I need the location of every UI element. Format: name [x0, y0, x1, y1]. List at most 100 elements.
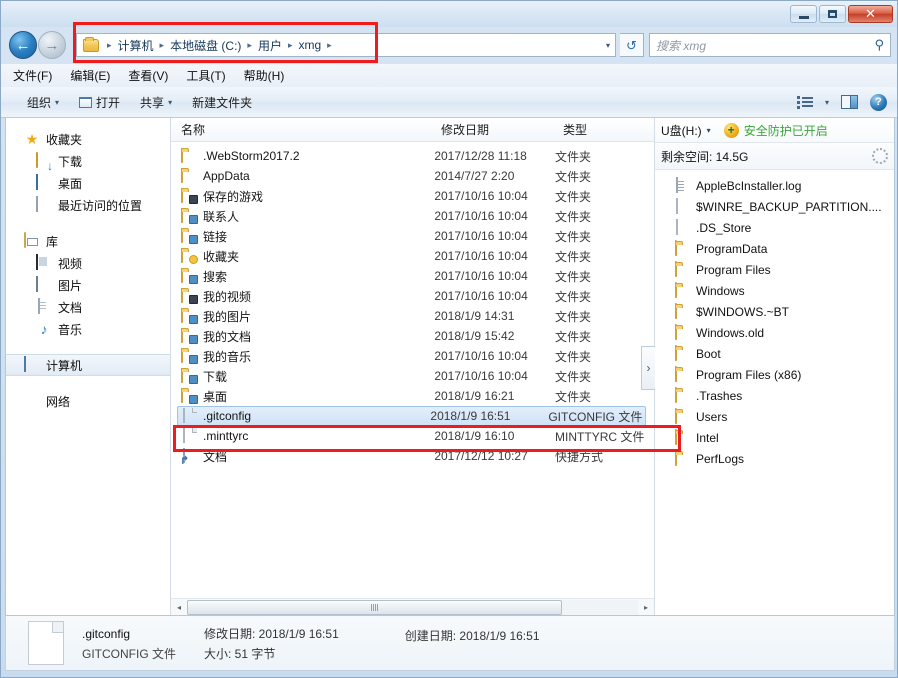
- list-item[interactable]: Boot: [655, 343, 894, 364]
- sidebar-item-videos[interactable]: 视频: [6, 252, 170, 274]
- menu-item-view[interactable]: 查看(V): [128, 67, 168, 84]
- close-icon: ✕: [865, 6, 876, 22]
- sidebar-item-downloads[interactable]: 下载: [6, 150, 170, 172]
- preview-pane-button[interactable]: [841, 95, 858, 109]
- sidebar-item-recent-places[interactable]: 最近访问的位置: [6, 194, 170, 216]
- maximize-button[interactable]: [819, 5, 846, 23]
- menu-item-tools[interactable]: 工具(T): [186, 67, 225, 84]
- menu-item-edit[interactable]: 编辑(E): [70, 67, 110, 84]
- column-header-date[interactable]: 修改日期: [431, 118, 553, 141]
- list-item[interactable]: .DS_Store: [655, 217, 894, 238]
- navigation-buttons: ← →: [9, 31, 66, 59]
- breadcrumb-item-local-disk[interactable]: 本地磁盘 (C:): [169, 37, 242, 54]
- menu-item-help[interactable]: 帮助(H): [244, 67, 285, 84]
- sidebar-group-libraries[interactable]: 库: [6, 230, 170, 252]
- table-row[interactable]: 保存的游戏 2017/10/16 10:04 文件夹: [171, 186, 654, 206]
- table-row[interactable]: 我的视频 2017/10/16 10:04 文件夹: [171, 286, 654, 306]
- usb-free-space-bar: 剩余空间: 14.5G: [655, 143, 894, 170]
- table-row[interactable]: 搜索 2017/10/16 10:04 文件夹: [171, 266, 654, 286]
- table-row[interactable]: 文档 2017/12/12 10:27 快捷方式: [171, 446, 654, 466]
- refresh-button[interactable]: ↺: [620, 33, 644, 57]
- scroll-right-arrow-icon[interactable]: ▸: [638, 600, 654, 615]
- scrollbar-thumb[interactable]: [187, 599, 562, 615]
- file-icon: [181, 408, 197, 424]
- minimize-icon: [798, 15, 809, 19]
- open-button[interactable]: 打开: [69, 91, 130, 114]
- table-row[interactable]: 桌面 2018/1/9 16:21 文件夹: [171, 386, 654, 406]
- list-item[interactable]: PerfLogs: [655, 448, 894, 469]
- table-row[interactable]: 收藏夹 2017/10/16 10:04 文件夹: [171, 246, 654, 266]
- table-row[interactable]: 我的图片 2018/1/9 14:31 文件夹: [171, 306, 654, 326]
- sidebar-group-favorites[interactable]: ★ 收藏夹: [6, 128, 170, 150]
- column-header-name[interactable]: 名称: [171, 118, 431, 141]
- scrollbar-track[interactable]: [187, 599, 638, 615]
- table-row[interactable]: 链接 2017/10/16 10:04 文件夹: [171, 226, 654, 246]
- sidebar-item-desktop[interactable]: 桌面: [6, 172, 170, 194]
- horizontal-scrollbar[interactable]: ◂ ▸: [171, 598, 654, 615]
- usb-item-label: .DS_Store: [696, 220, 752, 235]
- table-row[interactable]: AppData 2014/7/27 2:20 文件夹: [171, 166, 654, 186]
- list-item[interactable]: ProgramData: [655, 238, 894, 259]
- list-item[interactable]: Windows.old: [655, 322, 894, 343]
- column-header-type[interactable]: 类型: [553, 118, 653, 141]
- share-button[interactable]: 共享 ▾: [130, 91, 182, 114]
- close-button[interactable]: ✕: [848, 5, 893, 23]
- table-row[interactable]: 下载 2017/10/16 10:04 文件夹: [171, 366, 654, 386]
- minimize-button[interactable]: [790, 5, 817, 23]
- menu-item-file[interactable]: 文件(F): [13, 67, 52, 84]
- list-item[interactable]: Intel: [655, 427, 894, 448]
- details-file-type: GITCONFIG 文件: [82, 646, 176, 661]
- sidebar-item-documents[interactable]: 文档: [6, 296, 170, 318]
- list-item[interactable]: $WINRE_BACKUP_PARTITION....: [655, 196, 894, 217]
- usb-item-label: Boot: [696, 346, 721, 361]
- navigation-pane: ★ 收藏夹 下载 桌面 最近访问的位置 库 视频: [6, 118, 171, 615]
- usb-drive-label: U盘(H:): [661, 123, 702, 138]
- file-name: .WebStorm2017.2: [203, 149, 300, 163]
- file-type: 文件夹: [555, 149, 592, 164]
- list-item[interactable]: AppleBcInstaller.log: [655, 175, 894, 196]
- scroll-left-arrow-icon[interactable]: ◂: [171, 600, 187, 615]
- folder-icon: [675, 302, 690, 320]
- view-mode-button[interactable]: [796, 95, 813, 109]
- sidebar-item-network[interactable]: 网络: [6, 390, 170, 412]
- organize-label: 组织: [27, 95, 52, 110]
- library-icon: [24, 232, 40, 249]
- sidebar-item-computer[interactable]: 计算机: [6, 354, 170, 376]
- table-row[interactable]: 我的文档 2018/1/9 15:42 文件夹: [171, 326, 654, 346]
- search-input[interactable]: 搜索 xmg ⚲: [649, 33, 891, 57]
- table-row[interactable]: 联系人 2017/10/16 10:04 文件夹: [171, 206, 654, 226]
- breadcrumb[interactable]: ▸ 计算机 ▸ 本地磁盘 (C:) ▸ 用户 ▸ xmg ▸ ▾: [76, 33, 616, 57]
- table-row-selected[interactable]: .gitconfig 2018/1/9 16:51 GITCONFIG 文件: [177, 406, 646, 426]
- list-item[interactable]: Program Files: [655, 259, 894, 280]
- help-icon[interactable]: ?: [870, 93, 887, 111]
- computer-icon: [24, 356, 40, 373]
- chevron-down-icon[interactable]: ▾: [707, 126, 711, 135]
- list-item[interactable]: Windows: [655, 280, 894, 301]
- chevron-down-icon[interactable]: ▾: [606, 41, 610, 50]
- sidebar-item-pictures[interactable]: 图片: [6, 274, 170, 296]
- new-folder-button[interactable]: 新建文件夹: [182, 91, 262, 114]
- table-row[interactable]: .minttyrc 2018/1/9 16:10 MINTTYRC 文件: [171, 426, 654, 446]
- collapse-pane-button[interactable]: ›: [641, 346, 655, 390]
- list-item[interactable]: Users: [655, 406, 894, 427]
- download-folder-icon: [36, 152, 52, 169]
- folder-icon: [675, 407, 690, 425]
- list-item[interactable]: .Trashes: [655, 385, 894, 406]
- table-row[interactable]: .WebStorm2017.2 2017/12/28 11:18 文件夹: [171, 146, 654, 166]
- organize-button[interactable]: 组织 ▾: [17, 91, 69, 114]
- list-item[interactable]: $WINDOWS.~BT: [655, 301, 894, 322]
- breadcrumb-item-xmg[interactable]: xmg: [297, 38, 322, 52]
- back-button[interactable]: ←: [9, 31, 37, 59]
- chevron-down-icon[interactable]: ▾: [825, 98, 829, 107]
- table-row[interactable]: 我的音乐 2017/10/16 10:04 文件夹: [171, 346, 654, 366]
- sidebar-item-music[interactable]: ♪ 音乐: [6, 318, 170, 340]
- breadcrumb-item-users[interactable]: 用户: [257, 37, 283, 54]
- usb-item-label: PerfLogs: [696, 451, 745, 466]
- forward-button[interactable]: →: [38, 31, 66, 59]
- usb-item-label: $WINRE_BACKUP_PARTITION....: [696, 199, 882, 214]
- list-item[interactable]: Program Files (x86): [655, 364, 894, 385]
- details-modified-date: 修改日期: 2018/1/9 16:51: [204, 626, 339, 641]
- gear-icon[interactable]: [872, 148, 888, 164]
- breadcrumb-item-computer[interactable]: 计算机: [117, 37, 155, 54]
